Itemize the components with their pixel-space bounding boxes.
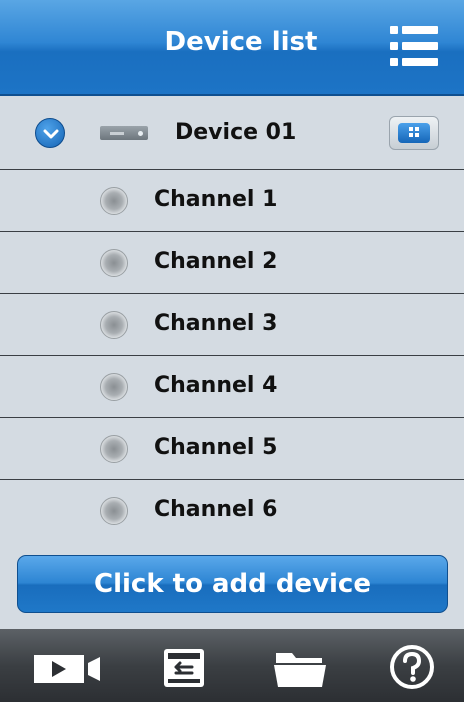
camera-status-icon (100, 497, 128, 525)
camera-status-icon (100, 187, 128, 215)
device-list: Device 01 Channel 1 Channel 2 Channel 3 … (0, 96, 464, 542)
camera-status-icon (100, 435, 128, 463)
channel-label: Channel 3 (154, 311, 278, 336)
header-bar: Device list (0, 0, 464, 96)
list-item[interactable]: Channel 6 (0, 480, 464, 542)
folder-icon[interactable] (272, 643, 328, 691)
list-item[interactable]: Channel 2 (0, 232, 464, 294)
add-device-button[interactable]: Click to add device (17, 555, 448, 613)
help-icon[interactable] (388, 643, 436, 691)
device-name: Device 01 (175, 120, 297, 145)
channel-label: Channel 1 (154, 187, 278, 212)
list-item[interactable]: Channel 1 (0, 170, 464, 232)
playback-icon[interactable] (160, 643, 208, 691)
camera-status-icon (100, 311, 128, 339)
camera-status-icon (100, 249, 128, 277)
list-menu-icon[interactable] (390, 26, 438, 66)
bottom-toolbar (0, 629, 464, 702)
chevron-down-icon[interactable] (35, 118, 65, 148)
list-item[interactable]: Channel 3 (0, 294, 464, 356)
channel-label: Channel 5 (154, 435, 278, 460)
list-item[interactable]: Channel 5 (0, 418, 464, 480)
list-item[interactable]: Channel 4 (0, 356, 464, 418)
channel-label: Channel 2 (154, 249, 278, 274)
grid-view-icon[interactable] (389, 116, 439, 150)
dvr-icon (100, 126, 148, 140)
channel-label: Channel 6 (154, 497, 278, 522)
channel-label: Channel 4 (154, 373, 278, 398)
device-row[interactable]: Device 01 (0, 96, 464, 170)
camera-status-icon (100, 373, 128, 401)
live-view-icon[interactable] (34, 643, 104, 691)
